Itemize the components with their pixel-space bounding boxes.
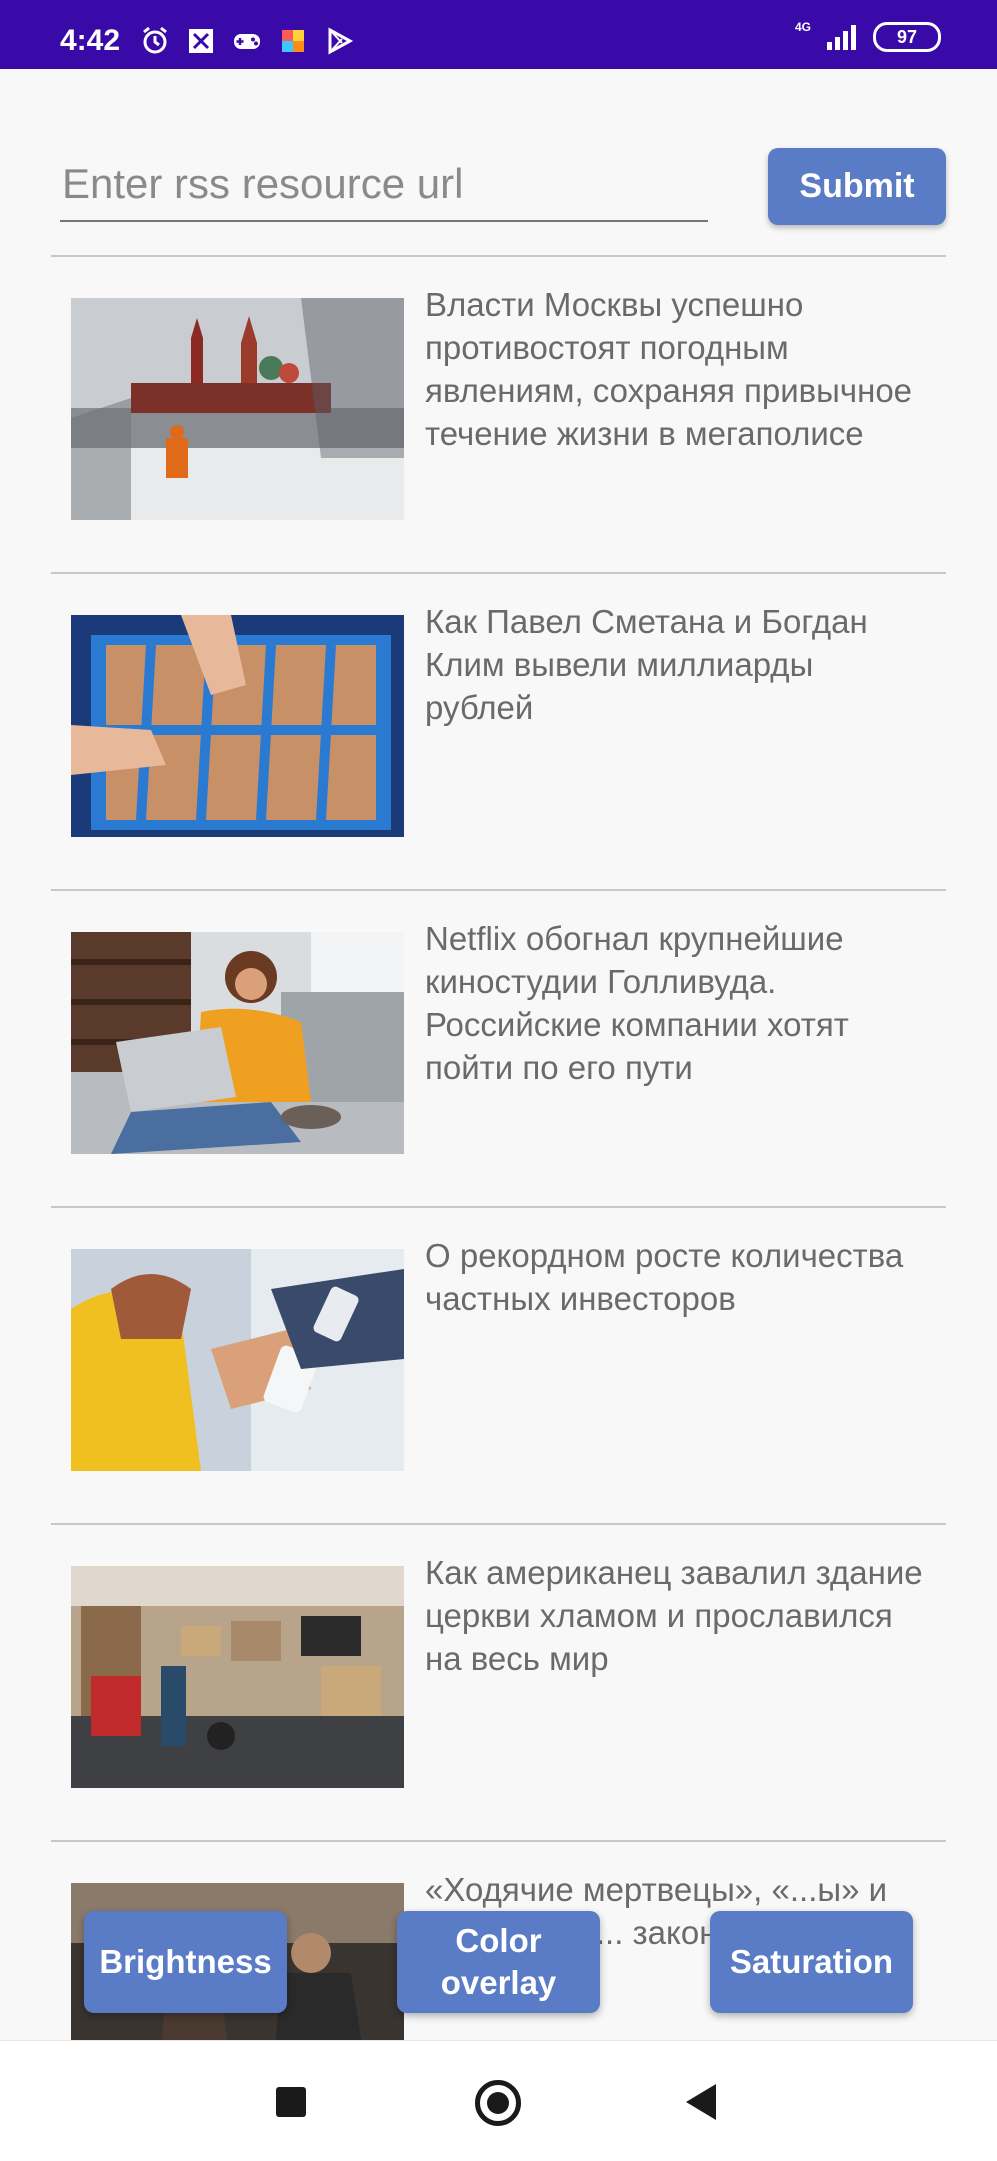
news-thumbnail [71,932,404,1154]
news-item-moscow[interactable]: Власти Москвы успешно противостоят погод… [0,257,997,572]
news-title: О рекордном росте количества частных инв… [425,1237,904,1317]
alarm-icon [143,26,167,54]
news-title: Netflix обогнал крупнейшие киностудии Го… [425,920,849,1086]
status-time: 4:42 [60,24,121,57]
news-thumbnail [71,298,404,520]
news-item-netflix[interactable]: Netflix обогнал крупнейшие киностудии Го… [0,891,997,1206]
gamepad-icon [234,34,260,49]
battery-indicator: 97 [873,22,941,52]
woman-laptop-image [71,932,404,1154]
submit-button[interactable]: Submit [768,148,946,225]
color-app-icon [282,30,304,52]
news-item-investors[interactable]: О рекордном росте количества частных инв… [0,1208,997,1523]
back-icon[interactable] [686,2084,716,2120]
cluttered-room-image [71,1566,404,1788]
news-title: Как американец завалил здание церкви хла… [425,1554,923,1677]
status-icons [140,26,354,56]
news-thumbnail [71,615,404,837]
news-title: Как Павел Сметана и Богдан Клим вывели м… [425,603,868,726]
money-tray-image [71,615,404,837]
kremlin-image [71,298,404,520]
news-thumbnail [71,1249,404,1471]
news-list: Власти Москвы успешно противостоят погод… [0,255,997,2157]
app-icon [189,29,213,53]
navigation-bar [0,2040,997,2161]
news-title: Власти Москвы успешно противостоят погод… [425,286,913,452]
recents-icon[interactable] [276,2087,306,2117]
people-phones-image [71,1249,404,1471]
network-type: 4G [794,20,811,34]
saturation-button[interactable]: Saturation [710,1911,913,2013]
color-overlay-button[interactable]: Color overlay [397,1911,600,2013]
status-bar: 4:42 4G 97 [0,0,997,69]
brightness-button[interactable]: Brightness [84,1911,287,2013]
news-item-billions[interactable]: Как Павел Сметана и Богдан Клим вывели м… [0,574,997,889]
signal-icon [827,25,856,50]
status-right: 4G 97 [794,20,941,52]
rss-url-input[interactable] [60,148,708,222]
play-store-icon [328,27,354,55]
home-icon[interactable] [475,2080,521,2126]
news-item-church[interactable]: Как американец завалил здание церкви хла… [0,1525,997,1840]
news-thumbnail [71,1566,404,1788]
